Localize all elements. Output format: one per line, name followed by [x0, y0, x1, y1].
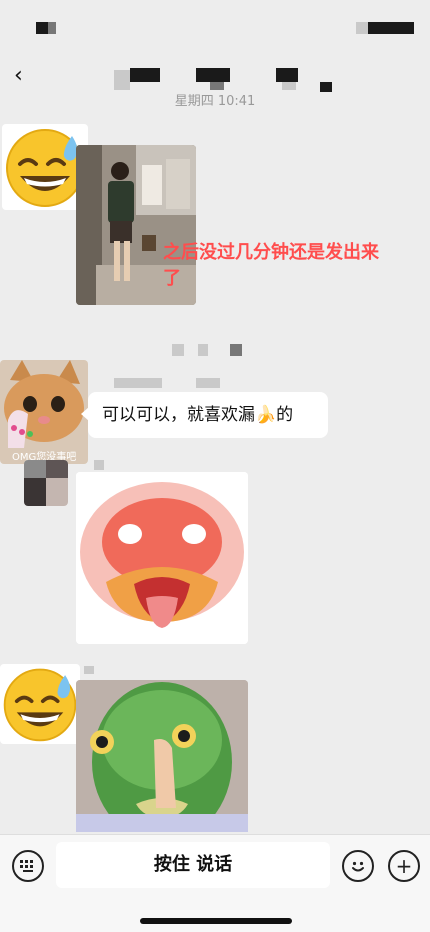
title-blur-3	[196, 68, 230, 82]
notice-blur-2	[198, 344, 208, 356]
chevron-left-icon: ‹	[14, 63, 23, 88]
angry-red-face-sticker-icon	[76, 472, 248, 644]
more-button[interactable]: +	[388, 850, 420, 882]
message-timestamp: 星期四 10:41	[174, 94, 256, 109]
red-face-sticker[interactable]	[76, 472, 248, 644]
text-message-bubble[interactable]: 可以可以，就喜欢漏🍌的	[81, 392, 328, 438]
notice-blur-1	[172, 344, 184, 356]
avatar-blur-4	[46, 478, 68, 506]
status-time-blur	[36, 22, 48, 34]
status-bar	[0, 0, 430, 50]
smile-icon	[352, 861, 364, 872]
emoji-button[interactable]	[342, 850, 374, 882]
sender-name-blur-3	[94, 460, 104, 470]
message-text: 可以可以，就喜欢漏	[102, 405, 255, 425]
sender-name-blur	[114, 378, 162, 388]
title-blur-7	[320, 82, 332, 92]
fish-mask-sticker[interactable]	[76, 680, 248, 832]
keyboard-icon	[20, 860, 33, 872]
avatar-sender-4[interactable]	[0, 664, 80, 744]
back-button[interactable]: ‹	[14, 62, 38, 90]
status-time-blur-2	[48, 22, 56, 34]
avatar-sender-3[interactable]	[24, 460, 68, 506]
photo-overlay-text: 之后没过几分钟还是发出来了	[163, 242, 379, 289]
signal-icon	[356, 22, 368, 34]
green-fish-mask-photo-icon	[76, 680, 248, 832]
avatar-blur-1	[24, 460, 46, 478]
keyboard-toggle-button[interactable]	[12, 850, 44, 882]
hold-to-talk-button[interactable]: 按住 说话	[56, 842, 330, 888]
avatar-blur-3	[24, 478, 46, 506]
notice-blur-3	[230, 344, 242, 356]
sender-name-blur-2	[196, 378, 220, 388]
sender-name-blur-4	[84, 666, 94, 674]
title-blur	[114, 70, 130, 90]
avatar-blur-2	[46, 460, 68, 478]
message-text-end: 的	[276, 405, 294, 425]
title-blur-4	[210, 82, 224, 90]
title-blur-5	[276, 68, 298, 82]
banana-emoji-icon: 🍌	[255, 405, 277, 425]
avatar-sender-2[interactable]: OMG您没事吧	[0, 360, 88, 464]
sweat-smile-emoji-icon-2	[0, 664, 80, 744]
wifi-icon	[368, 22, 382, 34]
plus-icon: +	[395, 854, 413, 878]
home-indicator	[140, 918, 292, 924]
title-blur-6	[282, 82, 296, 90]
title-blur-2	[130, 68, 160, 82]
battery-icon	[382, 22, 414, 34]
